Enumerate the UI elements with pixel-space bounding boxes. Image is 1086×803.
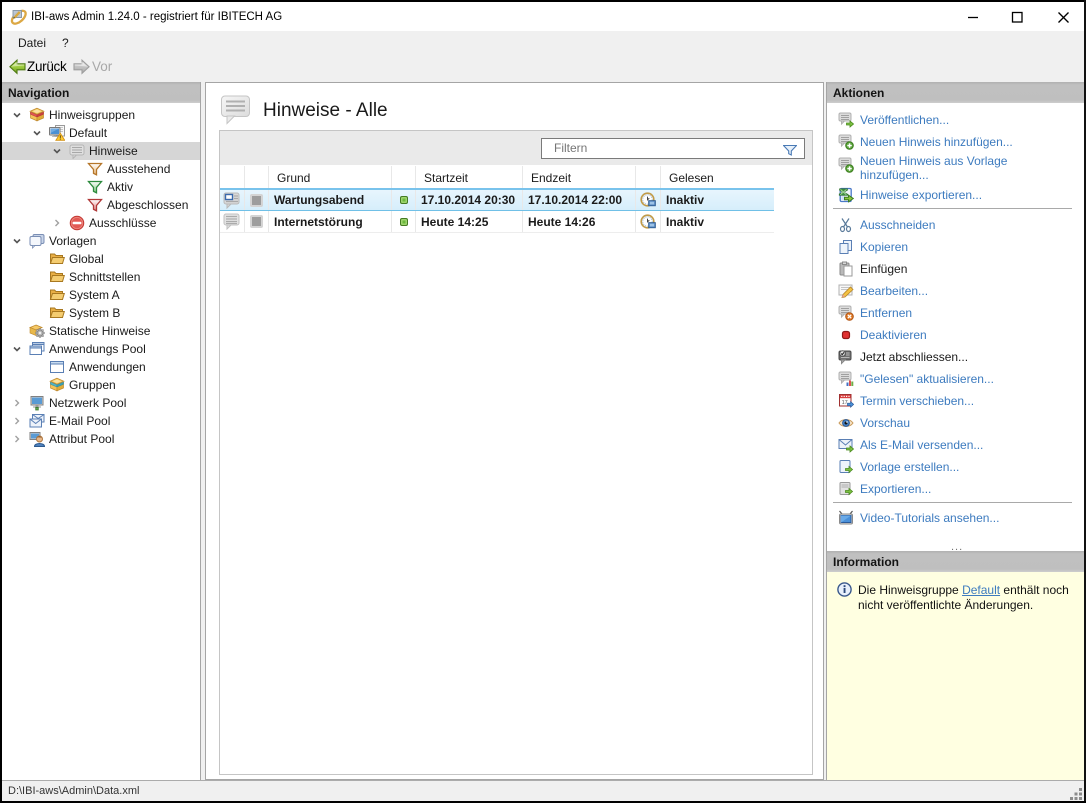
svg-text:17: 17 [842,400,848,406]
